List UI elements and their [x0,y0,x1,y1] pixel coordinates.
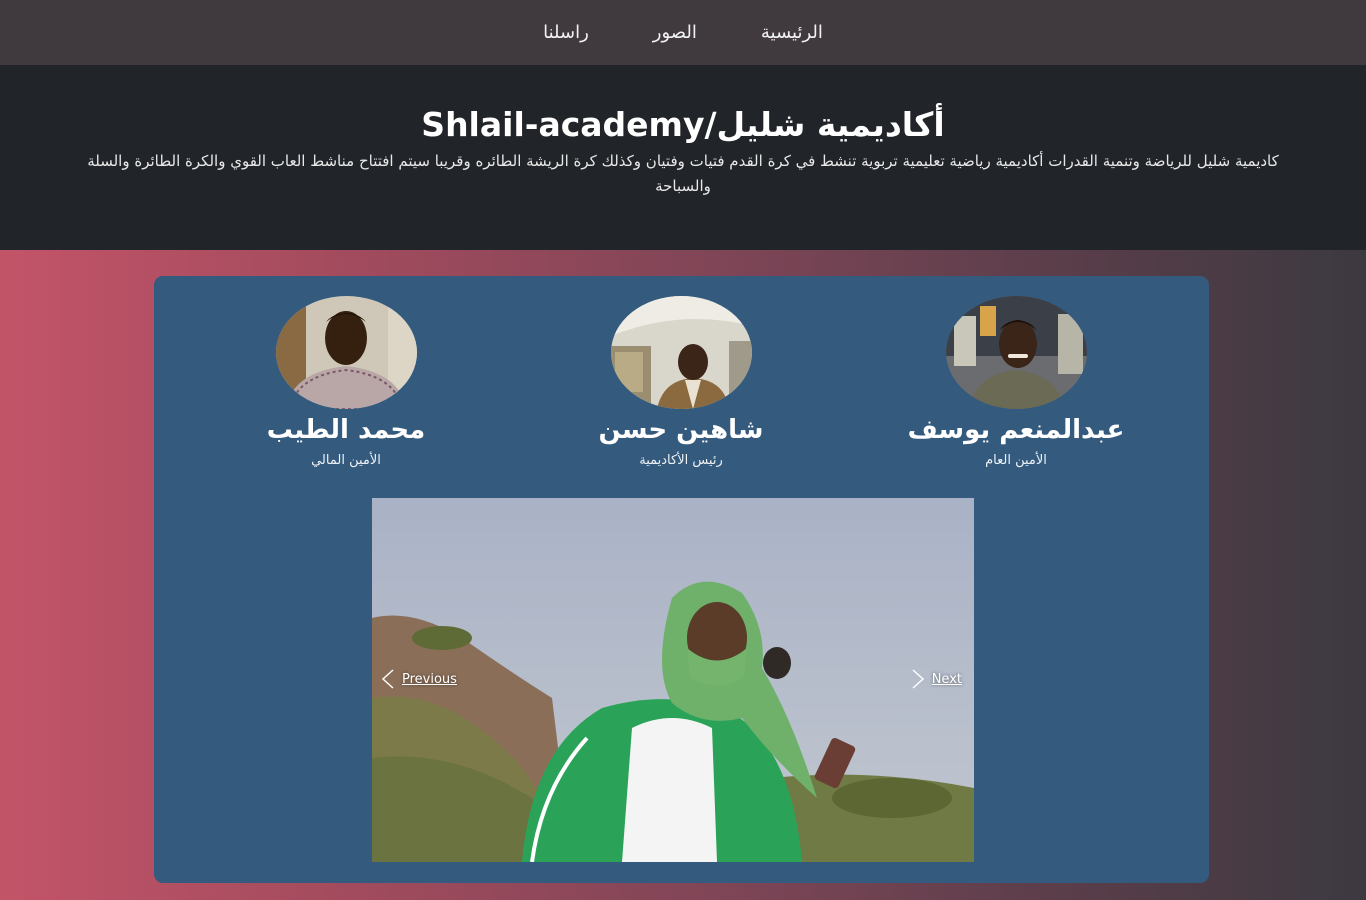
member-name: عبدالمنعم يوسف [907,415,1125,445]
member-name: محمد الطيب [266,415,426,445]
team-card: عبدالمنعم يوسف الأمين العام شاهين حسن رئ… [154,276,1209,883]
chevron-left-icon [381,669,394,689]
member-role: رئيس الأكاديمية [639,453,723,468]
navbar: الرئيسية الصور راسلنا [0,0,1366,65]
page-header: Shlail-academy/أكاديمية شليل كاديمية شلي… [0,65,1366,250]
member-card: عبدالمنعم يوسف الأمين العام [866,296,1166,468]
member-card: محمد الطيب الأمين المالي [196,296,496,468]
carousel-slide-image [372,498,974,862]
main-section: عبدالمنعم يوسف الأمين العام شاهين حسن رئ… [0,250,1366,900]
member-name: شاهين حسن [598,415,764,445]
carousel-prev-label: Previous [402,671,457,687]
member-role: الأمين المالي [311,453,381,468]
avatar [945,296,1087,409]
nav-link-contact[interactable]: راسلنا [543,22,589,43]
chevron-right-icon [912,669,924,689]
photo-carousel[interactable]: Previous Next [372,498,974,862]
page-title: Shlail-academy/أكاديمية شليل [421,105,945,144]
member-card: شاهين حسن رئيس الأكاديمية [531,296,831,468]
nav-link-home[interactable]: الرئيسية [761,22,823,43]
avatar [275,296,417,409]
carousel-next-label: Next [931,671,962,687]
member-role: الأمين العام [985,453,1047,468]
academy-description: كاديمية شليل للرياضة وتنمية القدرات أكاد… [87,152,1279,195]
carousel-next-button[interactable]: Next [910,668,962,690]
avatar [610,296,752,409]
nav-link-photos[interactable]: الصور [653,22,697,43]
carousel-prev-button[interactable]: Previous [380,668,457,690]
